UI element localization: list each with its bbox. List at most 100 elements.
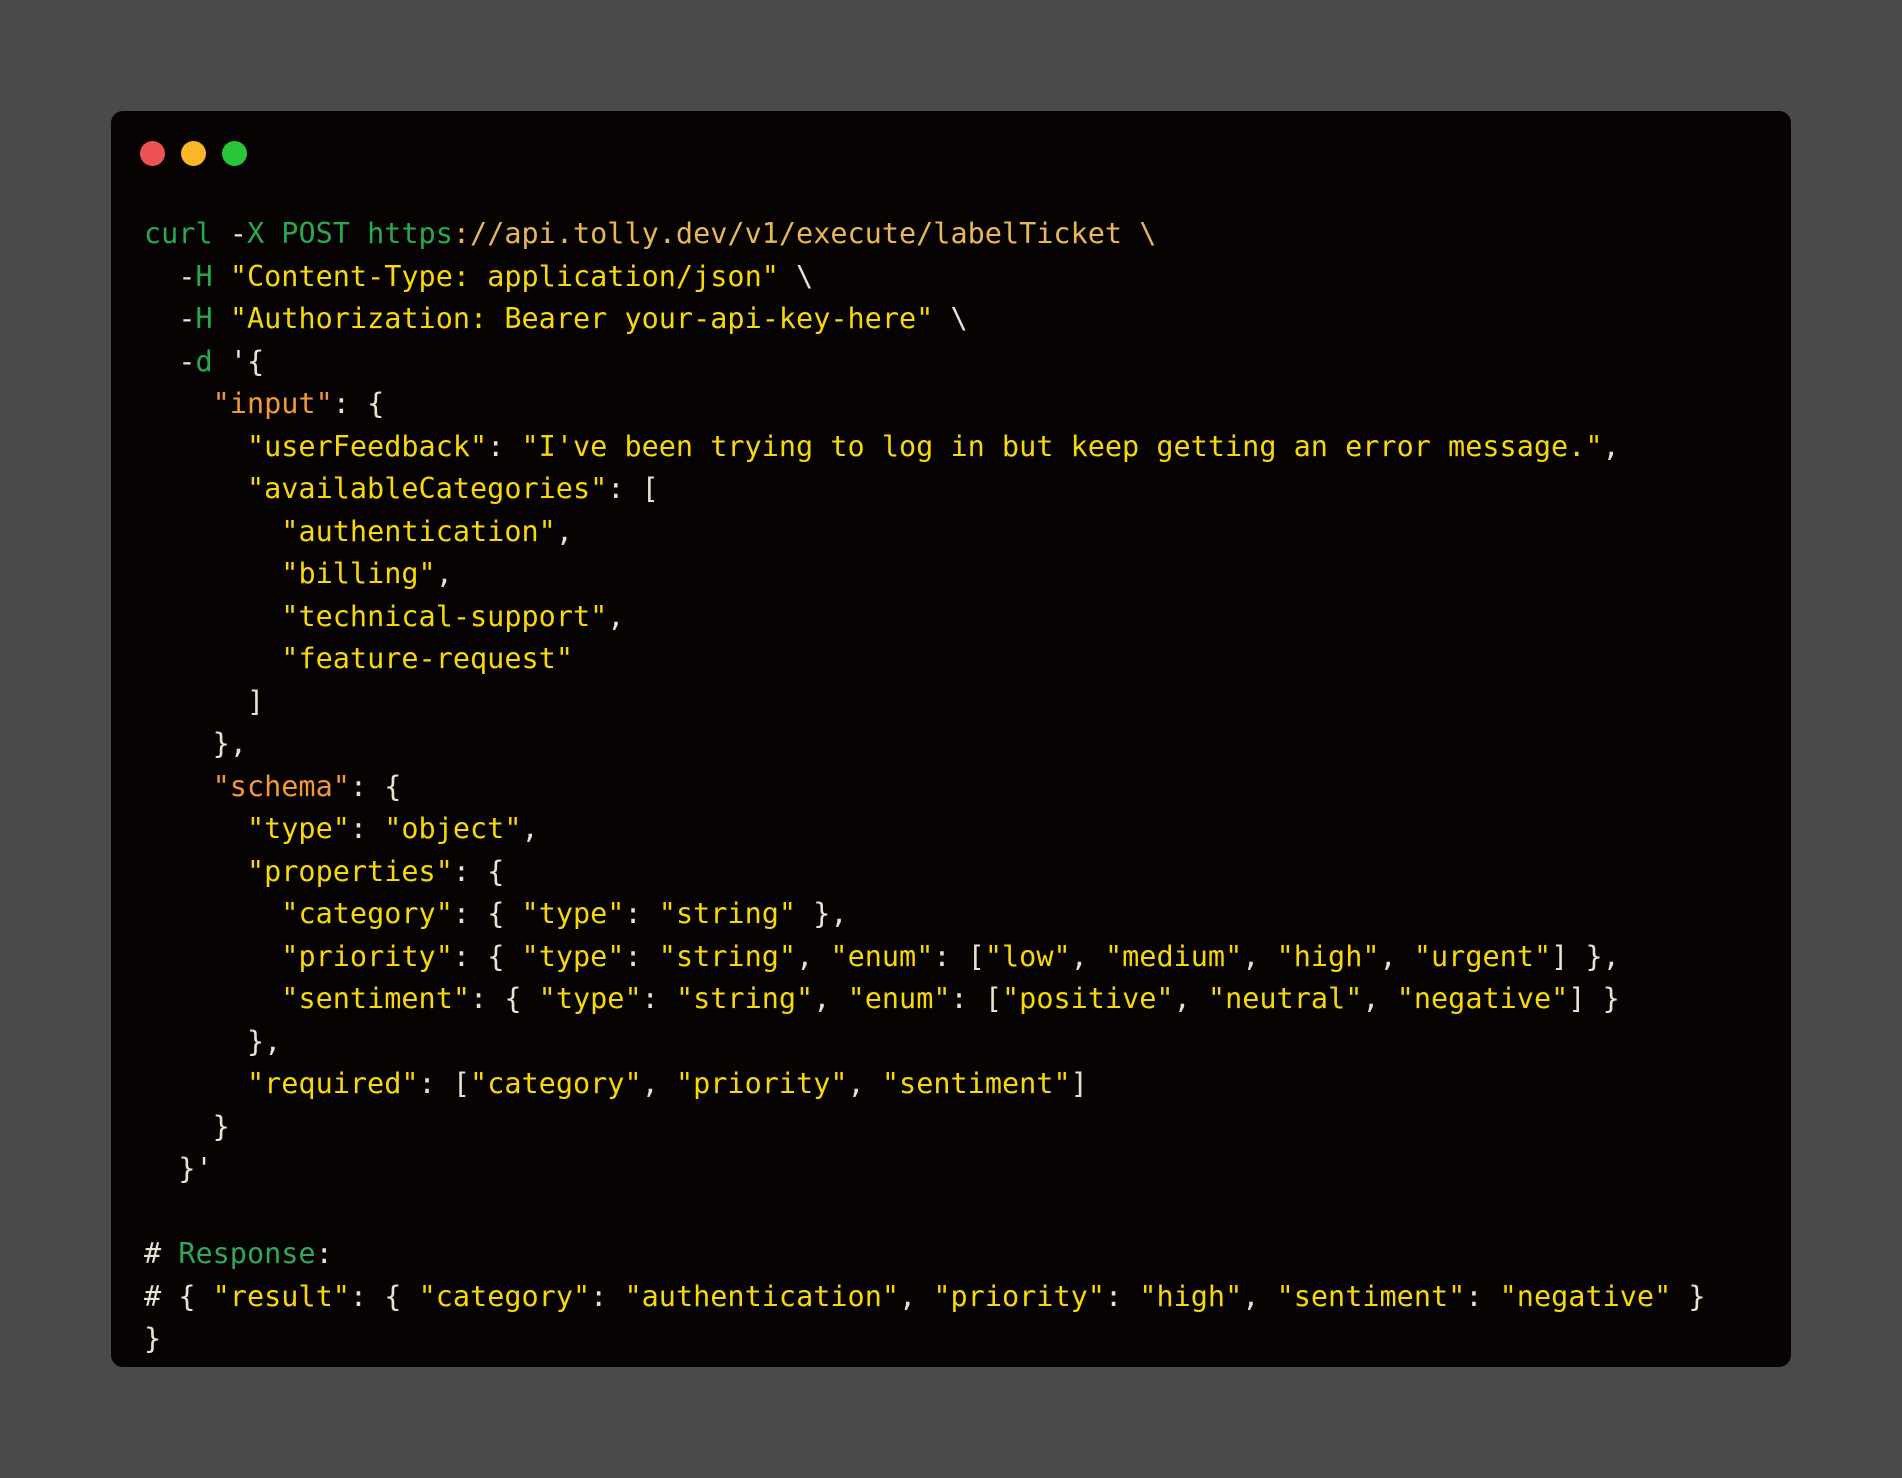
code-line: "input": { (144, 383, 1706, 426)
code-window: curl -X POST https://api.tolly.dev/v1/ex… (111, 111, 1791, 1367)
code-token: "input" (212, 387, 333, 420)
code-token: "userFeedback" (246, 429, 488, 463)
code-token: "urgent" (1413, 939, 1552, 973)
code-line: curl -X POST https://api.tolly.dev/v1/ex… (144, 213, 1706, 256)
code-token: "neutral" (1207, 982, 1363, 1015)
code-token: d (195, 344, 230, 378)
code-token: , (435, 557, 453, 590)
code-line: "priority": { "type": "string", "enum": … (144, 936, 1706, 979)
code-token: "priority" (933, 1279, 1105, 1313)
code-token: , (813, 982, 848, 1015)
code-token: : (590, 1279, 625, 1313)
close-window-dot-icon[interactable] (140, 141, 165, 166)
code-line: "availableCategories": [ (144, 468, 1706, 511)
code-token: : { (349, 769, 402, 803)
code-token: "required" (246, 1067, 419, 1100)
code-token: : [ (950, 982, 1002, 1015)
code-token: "sentiment" (1276, 1279, 1466, 1313)
code-token: : { (452, 897, 522, 930)
code-token: , (521, 812, 539, 845)
code-token: : (641, 982, 676, 1015)
code-line: ] (144, 681, 1706, 724)
code-token: : { (470, 982, 539, 1015)
code-token: \ (778, 259, 814, 293)
code-token: , (1242, 939, 1277, 973)
code-line: -H "Content-Type: application/json" \ (144, 256, 1706, 299)
code-token: "billing" (281, 557, 436, 590)
code-token: "schema" (212, 769, 350, 803)
code-token: # (144, 1237, 179, 1270)
code-line: }, (144, 1021, 1706, 1064)
code-token: ] (1070, 1067, 1088, 1100)
code-token: Response (178, 1237, 316, 1270)
code-token: curl (144, 217, 230, 250)
code-token: - (144, 302, 196, 335)
code-token: "negative" (1499, 1279, 1672, 1313)
code-token: : { (452, 939, 522, 973)
code-token: , (641, 1067, 676, 1100)
code-token: "negative" (1396, 982, 1569, 1015)
code-token: "sentiment" (281, 982, 471, 1015)
maximize-window-dot-icon[interactable] (222, 141, 247, 166)
code-token: : [ (607, 472, 659, 505)
code-token: }, (144, 727, 247, 760)
code-token: "feature-request" (281, 642, 573, 675)
code-token: "technical-support" (281, 599, 608, 633)
code-token: }' (144, 1152, 213, 1185)
code-token: "availableCategories" (246, 472, 608, 505)
code-token: "enum" (830, 939, 934, 973)
code-token: }, (144, 1024, 282, 1058)
code-token: "string" (658, 897, 797, 930)
code-line: "required": ["category", "priority", "se… (144, 1063, 1706, 1106)
code-token: "type" (246, 812, 350, 845)
code-token: , (1379, 939, 1414, 973)
code-token: , (1362, 982, 1397, 1015)
code-token: "low" (984, 939, 1071, 973)
code-token: H (195, 259, 230, 293)
code-token: \ (933, 302, 968, 335)
code-token: : (624, 897, 659, 930)
code-line: # { "result": { "category": "authenticat… (144, 1276, 1706, 1319)
code-token: ] } (1568, 982, 1620, 1015)
code-token: "high" (1139, 1279, 1243, 1313)
code-line: "feature-request" (144, 638, 1706, 681)
code-token: : (1465, 1279, 1500, 1313)
code-token: "high" (1276, 939, 1380, 973)
code-token: : { (452, 854, 505, 888)
code-token: : { (332, 387, 385, 420)
code-line: "schema": { (144, 766, 1706, 809)
code-token: } (1671, 1279, 1706, 1313)
code-token: "I've been trying to log in but keep get… (521, 429, 1603, 463)
minimize-window-dot-icon[interactable] (181, 141, 206, 166)
code-token: "properties" (246, 854, 453, 888)
code-token: , (899, 1279, 934, 1313)
code-token: , (796, 939, 831, 973)
code-line: "category": { "type": "string" }, (144, 893, 1706, 936)
code-token: , (847, 1067, 882, 1100)
code-line: "authentication", (144, 511, 1706, 554)
code-line: "type": "object", (144, 808, 1706, 851)
code-token: "category" (281, 897, 453, 930)
code-line: }, (144, 723, 1706, 766)
code-line: "userFeedback": "I've been trying to log… (144, 426, 1706, 469)
window-controls (140, 141, 247, 166)
code-token: "result" (212, 1279, 350, 1313)
code-line: "billing", (144, 553, 1706, 596)
code-token: ] }, (1551, 939, 1620, 973)
code-token: "string" (658, 939, 797, 973)
code-token: - (144, 344, 196, 378)
code-token: : (349, 812, 385, 845)
code-token: "priority" (281, 939, 453, 973)
code-token: : (1104, 1279, 1140, 1313)
code-token: , (1173, 982, 1208, 1015)
